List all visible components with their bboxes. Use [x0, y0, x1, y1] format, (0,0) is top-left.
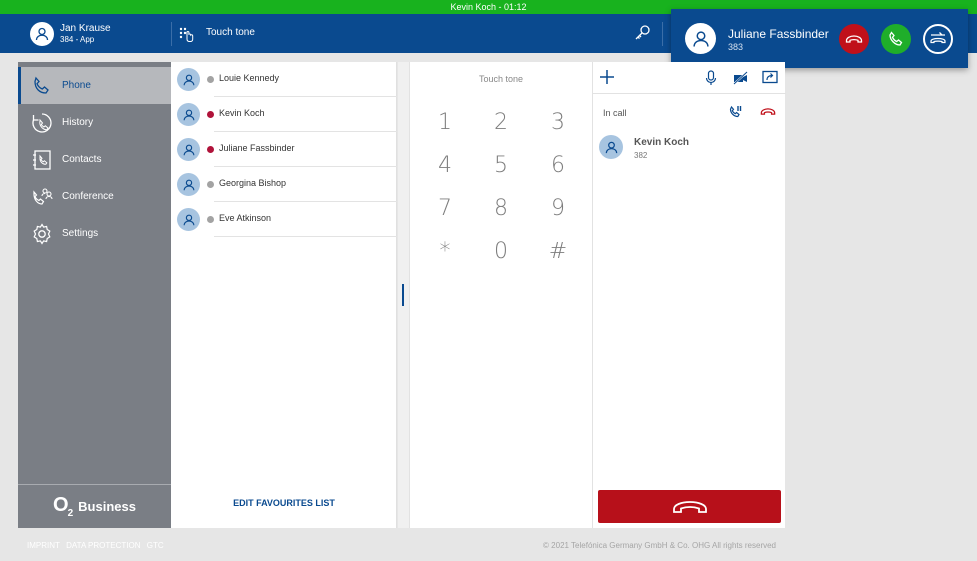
sidebar: Phone History Contacts Conference Settin… [18, 62, 171, 528]
key-1[interactable]: 1 [425, 108, 465, 138]
contact-avatar-icon [177, 138, 200, 161]
sidebar-item-label: Conference [62, 191, 114, 202]
deflect-call-button[interactable] [923, 24, 953, 54]
active-call-avatar-icon [599, 135, 623, 159]
dial-keypad-panel: Touch tone 1 2 3 4 5 6 7 8 9 * 0 # [398, 62, 592, 528]
sidebar-item-label: Contacts [62, 154, 102, 165]
user-name: Jan Krause [60, 23, 111, 34]
sidebar-item-phone[interactable]: Phone [18, 67, 171, 104]
presence-status-dot [207, 146, 214, 153]
favourite-item[interactable]: Eve Atkinson [171, 202, 397, 237]
brand-business: Business [78, 499, 136, 514]
favourite-name: Juliane Fassbinder [219, 143, 295, 153]
footer-links: IMPRINT DATA PROTECTION GTC [27, 541, 168, 550]
key-9[interactable]: 9 [538, 194, 578, 224]
microphone-icon[interactable] [705, 70, 717, 86]
sidebar-item-label: History [62, 117, 94, 128]
conference-icon [30, 185, 54, 209]
sidebar-item-contacts[interactable]: Contacts [18, 141, 171, 178]
sidebar-item-conference[interactable]: Conference [18, 178, 171, 215]
calls-panel: In call Kevin Koch 382 [592, 62, 786, 528]
key-0[interactable]: 0 [481, 237, 521, 267]
favourite-item[interactable]: Kevin Koch [171, 97, 397, 132]
presence-status-dot [207, 181, 214, 188]
sidebar-item-label: Phone [62, 80, 91, 91]
footer-link-data-protection[interactable]: DATA PROTECTION [66, 541, 140, 550]
footer-link-imprint[interactable]: IMPRINT [27, 541, 60, 550]
add-icon[interactable] [599, 69, 615, 85]
key-3[interactable]: 3 [538, 108, 578, 138]
caller-avatar-icon [685, 23, 716, 54]
key-star[interactable]: * [425, 237, 465, 267]
contacts-icon [30, 148, 54, 172]
favourite-name: Eve Atkinson [219, 213, 272, 223]
user-profile[interactable]: Jan Krause 384 - App [30, 22, 111, 46]
key-2[interactable]: 2 [481, 108, 521, 138]
presence-status-dot [207, 111, 214, 118]
incoming-call-panel: Juliane Fassbinder 383 [671, 9, 968, 68]
brand-o2: O2 [53, 494, 73, 519]
video-off-icon[interactable] [733, 71, 749, 85]
in-call-label: In call [603, 108, 627, 118]
contact-avatar-icon [177, 173, 200, 196]
key-7[interactable]: 7 [425, 194, 465, 224]
key-4[interactable]: 4 [425, 151, 465, 181]
hangup-icon [672, 500, 707, 513]
hangup-icon[interactable] [760, 107, 776, 116]
accept-call-button[interactable] [881, 24, 911, 54]
touch-tone-label[interactable]: Touch tone [206, 27, 255, 38]
share-screen-icon[interactable] [762, 70, 778, 84]
favourite-item[interactable]: Louie Kennedy [171, 62, 397, 97]
panel-splitter[interactable] [398, 62, 410, 528]
decline-call-button[interactable] [839, 24, 869, 54]
hold-icon[interactable] [729, 105, 743, 119]
sidebar-item-history[interactable]: History [18, 104, 171, 141]
active-call-name: Kevin Koch [634, 137, 690, 148]
key-icon[interactable] [634, 24, 651, 44]
hangup-button[interactable] [598, 490, 781, 523]
keypad-title: Touch tone [478, 74, 524, 84]
favourite-name: Louie Kennedy [219, 73, 280, 83]
user-icon [30, 22, 54, 46]
key-hash[interactable]: # [538, 237, 578, 267]
key-8[interactable]: 8 [481, 194, 521, 224]
presence-status-dot [207, 76, 214, 83]
key-5[interactable]: 5 [481, 151, 521, 181]
history-icon [30, 111, 54, 135]
favourite-name: Kevin Koch [219, 108, 265, 118]
favourite-name: Georgina Bishop [219, 178, 287, 188]
caller-number: 383 [728, 42, 744, 52]
key-6[interactable]: 6 [538, 151, 578, 181]
favourites-panel: Louie Kennedy Kevin Koch Juliane Fassbin… [171, 62, 397, 528]
contact-avatar-icon [177, 208, 200, 231]
sidebar-item-label: Settings [62, 228, 99, 239]
footer-link-gtc[interactable]: GTC [147, 541, 164, 550]
favourite-item[interactable]: Juliane Fassbinder [171, 132, 397, 167]
sidebar-item-settings[interactable]: Settings [18, 215, 171, 252]
phone-icon [30, 74, 54, 98]
active-call-number: 382 [634, 151, 648, 160]
favourite-item[interactable]: Georgina Bishop [171, 167, 397, 202]
edit-favourites-link[interactable]: EDIT FAVOURITES LIST [171, 498, 397, 508]
touch-tone-icon[interactable] [178, 26, 194, 45]
user-extension: 384 - App [60, 35, 95, 44]
calls-toolbar [593, 62, 786, 94]
presence-status-dot [207, 216, 214, 223]
contact-avatar-icon [177, 103, 200, 126]
o2-business-logo: O2 Business [18, 484, 171, 528]
header-divider [662, 22, 663, 46]
splitter-handle[interactable] [402, 284, 404, 306]
header-divider [171, 22, 172, 46]
settings-icon [30, 222, 54, 246]
footer-copyright: © 2021 Telefónica Germany GmbH & Co. OHG… [543, 541, 776, 550]
contact-avatar-icon [177, 68, 200, 91]
caller-name: Juliane Fassbinder [728, 27, 829, 41]
